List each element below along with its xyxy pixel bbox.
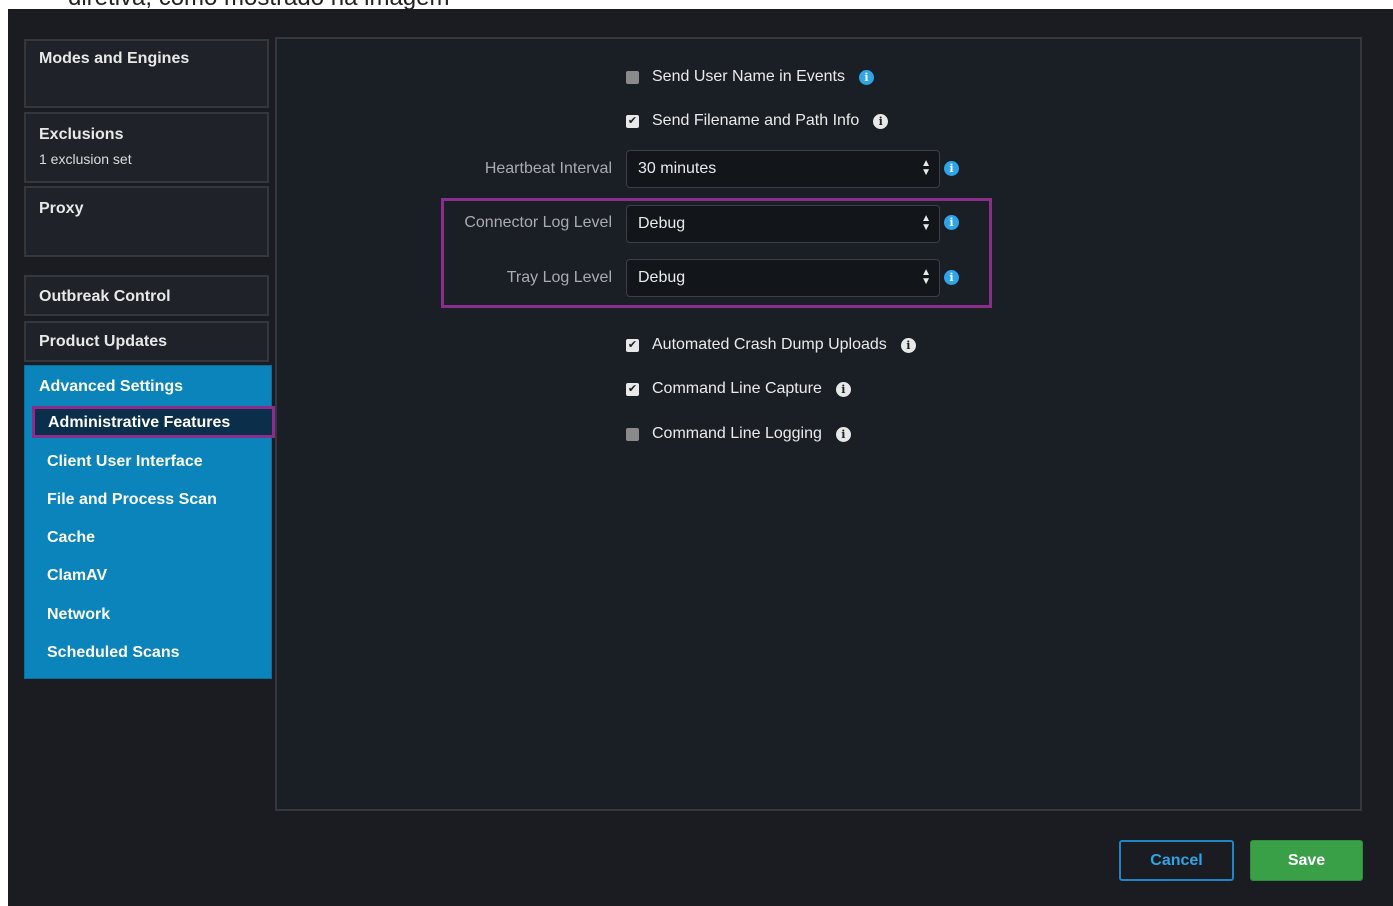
sidebar-item-client-user-interface[interactable]: Client User Interface bbox=[47, 453, 203, 471]
select-arrows-icon: ▲ ▼ bbox=[921, 158, 931, 178]
sidebar-item-network[interactable]: Network bbox=[47, 606, 110, 624]
sidebar-item-outbreak-control[interactable]: Outbreak Control bbox=[24, 275, 269, 316]
sidebar-item-proxy[interactable]: Proxy bbox=[24, 186, 269, 257]
sidebar-item-scheduled-scans[interactable]: Scheduled Scans bbox=[47, 644, 180, 662]
command-line-logging-row: Command Line Logging i bbox=[626, 425, 851, 443]
crash-dump-label: Automated Crash Dump Uploads bbox=[652, 336, 887, 353]
sidebar-item-label: Product Updates bbox=[39, 333, 168, 350]
sidebar-item-cache[interactable]: Cache bbox=[47, 529, 95, 547]
command-line-logging-checkbox[interactable] bbox=[626, 427, 639, 441]
select-arrows-icon: ▲ ▼ bbox=[921, 213, 931, 233]
info-icon[interactable]: i bbox=[835, 381, 851, 397]
sidebar-advanced-settings: Advanced Settings Administrative Feature… bbox=[24, 365, 275, 679]
sidebar-item-exclusions[interactable]: Exclusions 1 exclusion set bbox=[24, 112, 269, 183]
crash-dump-checkbox[interactable]: ✔ bbox=[626, 338, 639, 352]
send-user-name-label: Send User Name in Events bbox=[652, 68, 845, 85]
connector-log-level-label: Connector Log Level bbox=[464, 214, 612, 231]
advanced-settings-title[interactable]: Advanced Settings bbox=[39, 378, 183, 396]
send-filename-checkbox[interactable]: ✔ bbox=[626, 114, 639, 128]
command-line-logging-label: Command Line Logging bbox=[652, 425, 822, 442]
command-line-capture-checkbox[interactable]: ✔ bbox=[626, 382, 639, 396]
send-filename-row: ✔ Send Filename and Path Info i bbox=[626, 112, 889, 130]
sidebar-item-clamav[interactable]: ClamAV bbox=[47, 567, 107, 585]
heartbeat-interval-select[interactable]: 30 minutes ▲ ▼ bbox=[626, 150, 940, 188]
tray-log-level-select[interactable]: Debug ▲ ▼ bbox=[626, 259, 940, 297]
sidebar-item-sublabel: 1 exclusion set bbox=[39, 151, 132, 167]
select-arrows-icon: ▲ ▼ bbox=[921, 267, 931, 287]
info-icon[interactable]: i bbox=[944, 161, 959, 176]
command-line-capture-row: ✔ Command Line Capture i bbox=[626, 380, 851, 398]
app-window: Modes and Engines Exclusions 1 exclusion… bbox=[8, 9, 1393, 906]
info-icon[interactable]: i bbox=[944, 270, 959, 285]
cancel-button[interactable]: Cancel bbox=[1119, 840, 1234, 881]
crash-dump-row: ✔ Automated Crash Dump Uploads i bbox=[626, 336, 916, 354]
sidebar-item-product-updates[interactable]: Product Updates bbox=[24, 321, 269, 362]
sidebar-item-administrative-features[interactable]: Administrative Features bbox=[32, 406, 275, 438]
heartbeat-interval-value: 30 minutes bbox=[638, 160, 717, 177]
heartbeat-interval-label: Heartbeat Interval bbox=[484, 160, 612, 177]
sidebar-item-label: Administrative Features bbox=[48, 414, 231, 431]
tray-log-level-label: Tray Log Level bbox=[506, 269, 612, 286]
send-user-name-checkbox[interactable] bbox=[626, 70, 639, 84]
sidebar-item-label: Outbreak Control bbox=[39, 288, 171, 305]
command-line-capture-label: Command Line Capture bbox=[652, 380, 822, 397]
settings-panel: Send User Name in Events i ✔ Send Filena… bbox=[275, 37, 1362, 811]
sidebar-item-label: Modes and Engines bbox=[39, 50, 190, 67]
info-icon[interactable]: i bbox=[944, 215, 959, 230]
connector-log-level-select[interactable]: Debug ▲ ▼ bbox=[626, 205, 940, 243]
info-icon[interactable]: i bbox=[835, 426, 851, 442]
info-icon[interactable]: i bbox=[858, 69, 874, 85]
sidebar-item-label: Exclusions bbox=[39, 126, 124, 143]
sidebar-item-modes-and-engines[interactable]: Modes and Engines bbox=[24, 39, 269, 108]
tray-log-level-value: Debug bbox=[638, 269, 686, 286]
sidebar-item-file-and-process-scan[interactable]: File and Process Scan bbox=[47, 491, 217, 509]
info-icon[interactable]: i bbox=[873, 113, 889, 129]
save-button[interactable]: Save bbox=[1250, 840, 1363, 881]
info-icon[interactable]: i bbox=[900, 337, 916, 353]
sidebar-item-label: Proxy bbox=[39, 200, 84, 217]
send-filename-label: Send Filename and Path Info bbox=[652, 112, 860, 129]
connector-log-level-value: Debug bbox=[638, 215, 686, 232]
send-user-name-row: Send User Name in Events i bbox=[626, 68, 874, 86]
